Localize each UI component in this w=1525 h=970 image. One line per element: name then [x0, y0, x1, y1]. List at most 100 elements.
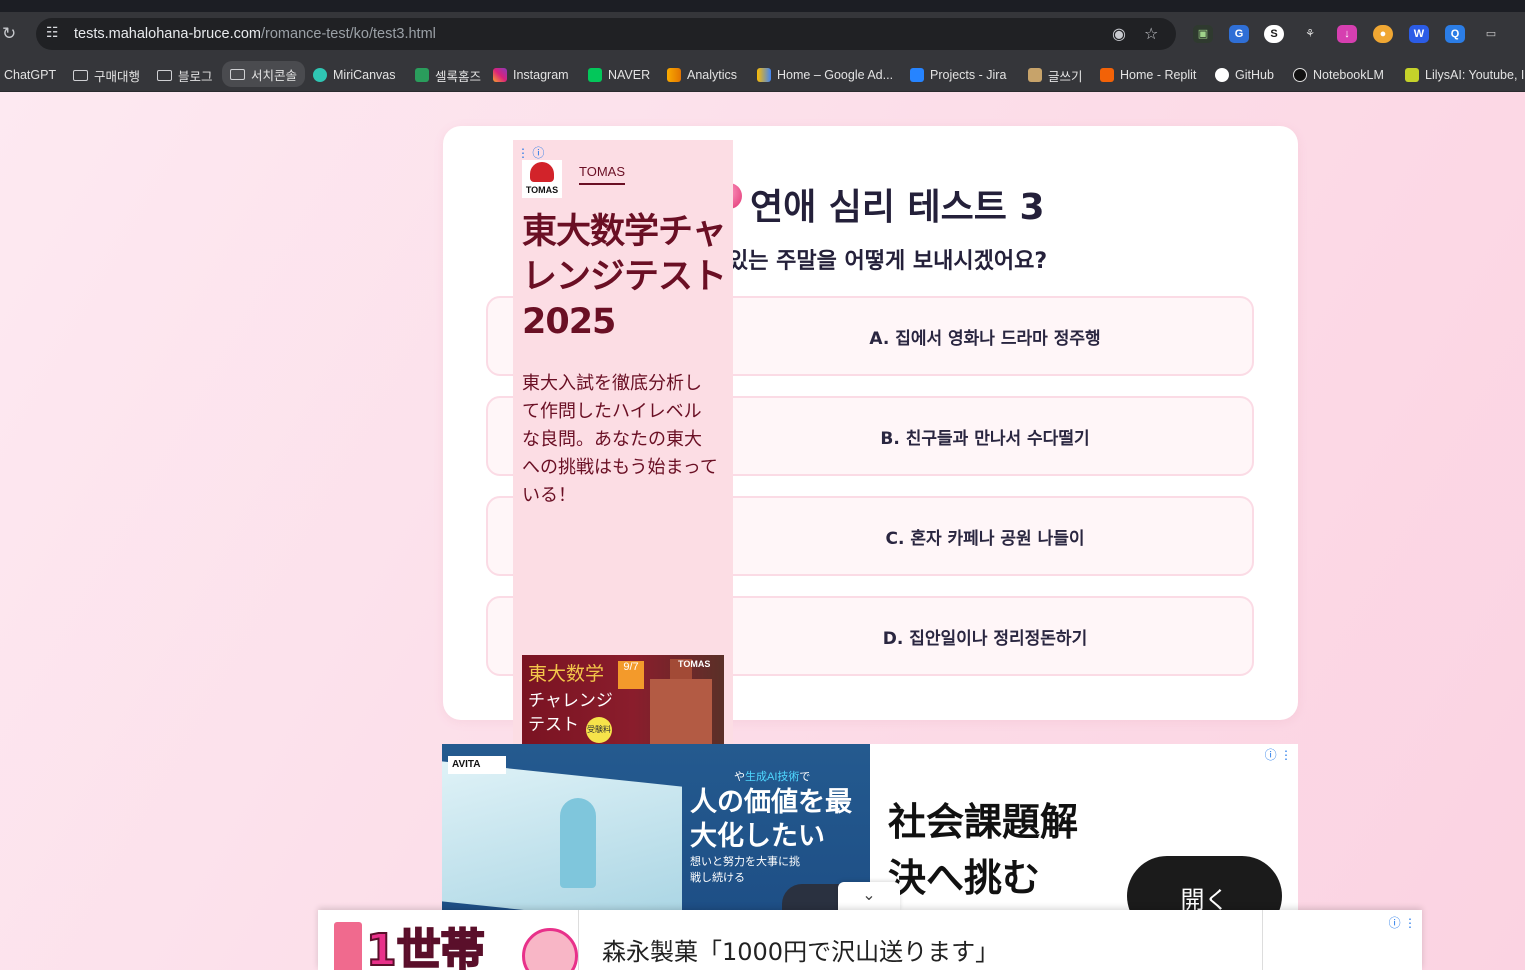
ad-subtext-highlight: 生成AI技術 [745, 771, 800, 783]
naver-icon [588, 68, 602, 82]
miricanvas-icon [313, 68, 327, 82]
extension-icon-1[interactable]: ▣ [1193, 25, 1213, 43]
site-info-icon[interactable]: ☷ [46, 24, 59, 41]
person-figure-icon [560, 798, 596, 888]
ad-big-text: 人の価値を最大化したい [690, 787, 852, 852]
bookmark-sellockholmes[interactable]: 셀록홈즈 [415, 65, 481, 85]
collapse-ad-button[interactable]: ⌄ [838, 882, 900, 910]
bookmark-label: 서치콘솔 [251, 68, 298, 83]
bookmark-label: NAVER [608, 68, 651, 82]
url-path: /romance-test/ko/test3.html [261, 26, 436, 42]
ad-subtext-a: や [734, 771, 745, 783]
bookmark-instagram[interactable]: Instagram [493, 65, 569, 85]
analytics-icon [667, 68, 681, 82]
browser-toolbar: ↻ ☷ tests.mahalohana-bruce.com/romance-t… [0, 12, 1525, 56]
tomas-logo: TOMAS [522, 160, 562, 198]
character-icon [522, 928, 578, 970]
bookmark-label: ChatGPT [4, 68, 57, 82]
bookmark-miricanvas[interactable]: MiriCanvas [313, 65, 396, 85]
url-text[interactable]: tests.mahalohana-bruce.com/romance-test/… [74, 26, 436, 42]
ad-image-badge: 受験料無料 [586, 717, 612, 755]
option-label: A. 집에서 영화나 드라마 정주행 [869, 328, 1101, 349]
bookmark-label: NotebookLM [1313, 68, 1384, 82]
tomas-logo-mark-icon [530, 162, 554, 182]
ad-info-icon[interactable]: ⋮ ⓘ [517, 144, 544, 161]
tomas-logo-text: TOMAS [525, 185, 559, 195]
ad-anchor-text[interactable]: 森永製菓「1000円で沢山送ります」 [602, 932, 999, 967]
sellockholmes-icon [415, 68, 429, 82]
writing-icon [1028, 68, 1042, 82]
avita-logo: AVITA [448, 756, 506, 774]
folder-icon [230, 68, 245, 80]
eye-icon[interactable]: ◉ [1112, 24, 1126, 44]
folder-icon [157, 69, 172, 81]
ad-open-button[interactable]: 開く [1127, 856, 1282, 910]
bookmark-folder-purchase[interactable]: 구매대행 [73, 65, 140, 85]
quiz-title: 연애 심리 테스트 3 [750, 187, 1045, 228]
extension-puzzle-icon[interactable]: ⚘ [1300, 25, 1320, 43]
anchor-ad[interactable]: 1世帯 森永製菓「1000円で沢山送ります」 ⓘ ⋮ [318, 910, 1422, 970]
bookmark-notebooklm[interactable]: NotebookLM [1293, 65, 1384, 85]
window-top-strip [0, 0, 1525, 12]
ad-body-text[interactable]: 東大入試を徹底分析して作問したハイレベルな良問。あなたの東大への挑戦はもう始まっ… [522, 370, 718, 510]
ad-banner-image[interactable]: AVITA や生成AI技術で 人の価値を最大化したい 想いと努力を大事に挑戦し続… [442, 744, 870, 910]
address-bar[interactable]: ☷ tests.mahalohana-bruce.com/romance-tes… [36, 18, 1176, 50]
download-icon[interactable]: ↓ [1337, 25, 1357, 43]
replit-icon [1100, 68, 1114, 82]
bookmark-naver[interactable]: NAVER [588, 65, 650, 85]
extension-s-icon[interactable]: S [1264, 25, 1284, 43]
bookmark-github[interactable]: GitHub [1215, 65, 1274, 85]
ad-headline[interactable]: 東大数学チャレンジテスト2025 [522, 210, 727, 345]
ad-banner-image[interactable]: 東大数学 9/7 TOMAS チャレンジテスト 受験料無料 [522, 655, 724, 755]
bookmark-writing[interactable]: 글쓰기 [1028, 65, 1083, 85]
bookmark-label: Home - Replit [1120, 68, 1197, 82]
ad-product-image[interactable]: 1世帯 [332, 918, 580, 970]
ad-info-icon[interactable]: ⓘ ⋮ [1389, 914, 1416, 931]
option-label: C. 혼자 카페나 공원 나들이 [885, 528, 1085, 549]
extension-cylinder-icon[interactable]: ▭ [1481, 25, 1501, 43]
extension-color-icon[interactable]: ● [1373, 25, 1393, 43]
bookmark-label: Home – Google Ad... [777, 68, 894, 82]
bookmark-label: MiriCanvas [333, 68, 396, 82]
ad-image-text: 1世帯 [365, 924, 486, 970]
github-icon [1215, 68, 1229, 82]
extension-q-icon[interactable]: Q [1445, 25, 1465, 43]
ad-image-logo: TOMAS [678, 659, 711, 669]
lilysai-icon [1405, 68, 1419, 82]
ad-subtext-b: で [799, 771, 811, 783]
divider [1262, 910, 1263, 970]
bookmark-label: Projects - Jira [930, 68, 1007, 82]
bookmark-folder-blog[interactable]: 블로그 [157, 65, 213, 85]
option-label: D. 집안일이나 정리정돈하기 [882, 628, 1088, 649]
bookmark-google-ads[interactable]: Home – Google Ad... [757, 65, 893, 85]
jira-icon [910, 68, 924, 82]
reload-icon[interactable]: ↻ [2, 24, 16, 44]
chevron-down-icon: ⌄ [862, 887, 876, 904]
ad-info-icon[interactable]: ⓘ ⋮ [1265, 746, 1292, 763]
divider [578, 910, 579, 970]
bookmark-folder-searchconsole[interactable]: 서치콘솔 [222, 61, 306, 87]
ad-brand-name[interactable]: TOMAS [579, 164, 625, 185]
bookmark-label: 셀록홈즈 [435, 69, 482, 84]
bookmark-label: LilysAI: Youtube, I [1425, 68, 1525, 82]
bookmark-lilysai[interactable]: LilysAI: Youtube, I [1405, 65, 1524, 85]
bookmark-chatgpt[interactable]: ChatGPT [4, 65, 56, 85]
product-package-icon [334, 922, 362, 970]
bookmark-analytics[interactable]: Analytics [667, 65, 737, 85]
ad-small-text: 想いと努力を大事に挑戦し続ける [690, 856, 800, 884]
ad-subtext: や生成AI技術で [734, 768, 810, 784]
bookmark-jira[interactable]: Projects - Jira [910, 65, 1006, 85]
ad-image-title: 東大数学 [528, 663, 605, 685]
translate-icon[interactable]: G [1229, 25, 1249, 43]
vertical-ad[interactable]: ⋮ ⓘ TOMAS TOMAS 東大数学チャレンジテスト2025 東大入試を徹底… [513, 140, 733, 800]
bookmark-label: 글쓰기 [1048, 69, 1083, 84]
ad-headline[interactable]: 社会課題解決へ挑む [888, 794, 1098, 906]
extension-w-icon[interactable]: W [1409, 25, 1429, 43]
instagram-icon [493, 68, 507, 82]
bookmark-star-icon[interactable]: ☆ [1144, 24, 1158, 44]
google-ads-icon [757, 68, 771, 82]
bookmark-label: 구매대행 [94, 69, 141, 84]
quiz-question: 있는 주말을 어떻게 보내시겠어요? [728, 249, 1048, 274]
notebooklm-icon [1293, 68, 1307, 82]
bookmark-replit[interactable]: Home - Replit [1100, 65, 1196, 85]
